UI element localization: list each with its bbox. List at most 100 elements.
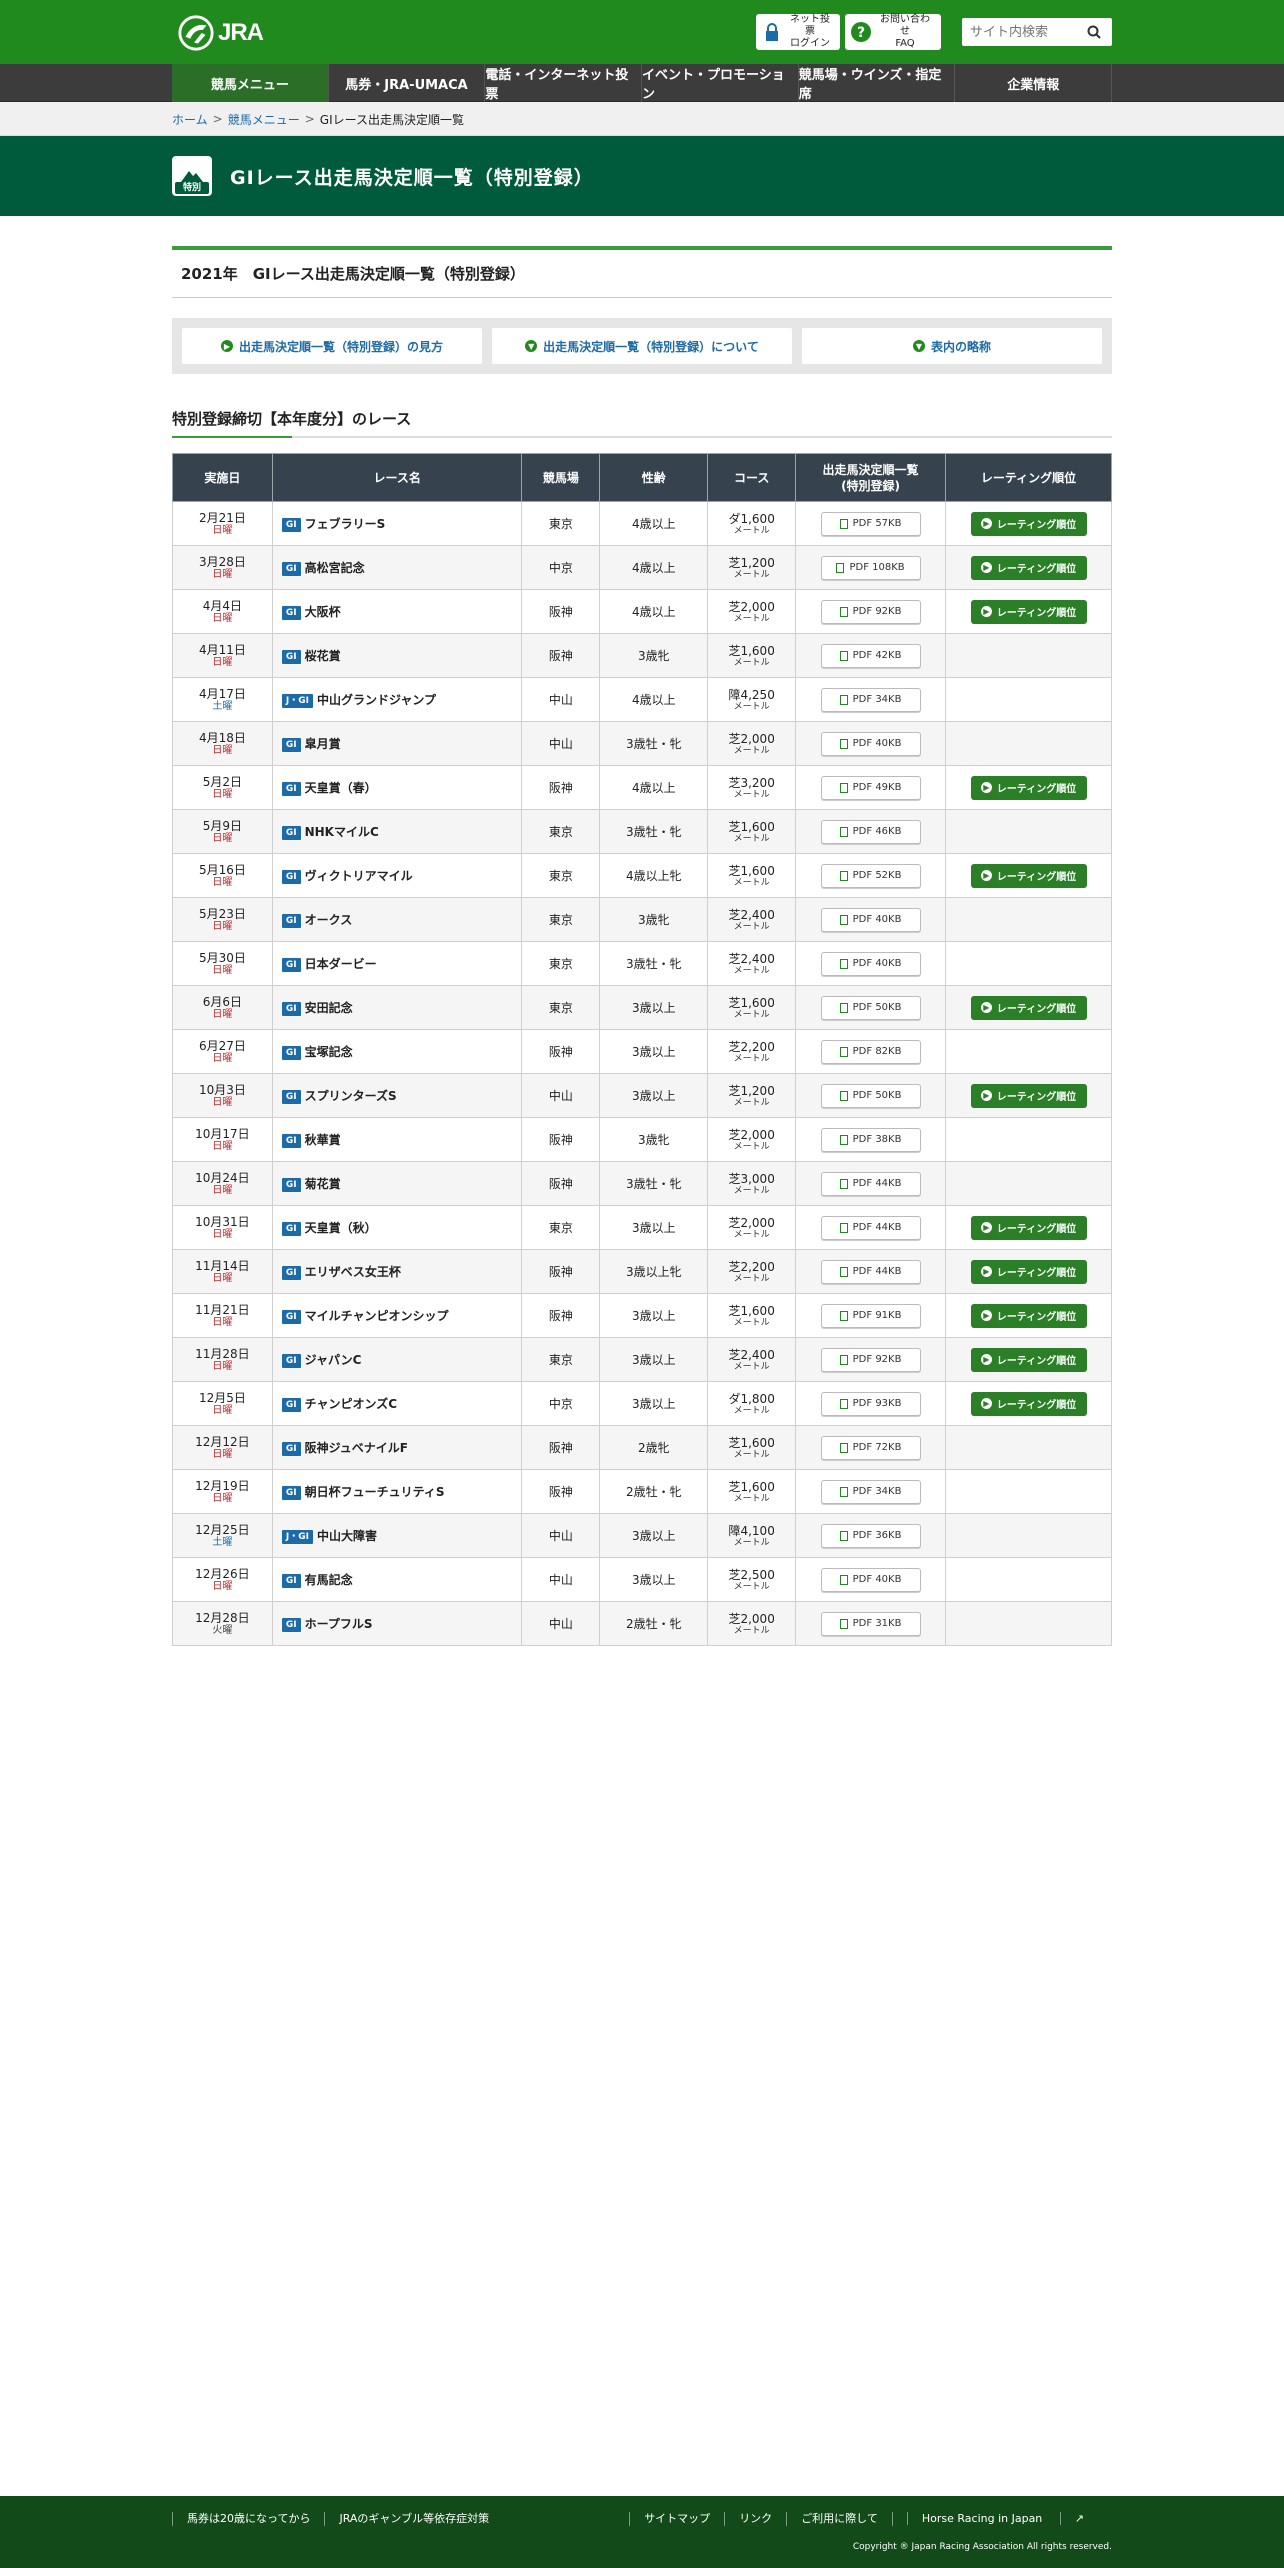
pdf-label: PDF 92KB: [852, 1354, 902, 1365]
rating-rank-button[interactable]: ▶ レーティング順位: [970, 995, 1087, 1020]
pdf-download-button[interactable]: PDF 91KB: [820, 1303, 921, 1328]
race-date: 5月2日: [202, 774, 243, 789]
race-name: 天皇賞（春）: [304, 781, 377, 795]
pdf-download-button[interactable]: PDF 50KB: [820, 995, 921, 1020]
cell-pdf: PDF 36KB: [795, 1513, 947, 1558]
rating-rank-button[interactable]: ▶ レーティング順位: [970, 1083, 1087, 1108]
footer-link-age[interactable]: 馬券は20歳になってから: [172, 2512, 324, 2526]
cell-course: 芝1,600 メートル: [707, 1293, 797, 1338]
grade-badge: J・GⅠ: [281, 1529, 313, 1544]
pdf-file-icon: [839, 518, 848, 529]
pdf-download-button[interactable]: PDF 93KB: [820, 1391, 921, 1416]
race-name: 日本ダービー: [304, 957, 377, 971]
footer-link-sitemap[interactable]: サイトマップ: [629, 2512, 724, 2526]
breadcrumb-menu[interactable]: 競馬メニュー: [228, 111, 300, 128]
pdf-download-button[interactable]: PDF 42KB: [820, 643, 921, 668]
pdf-download-button[interactable]: PDF 46KB: [820, 819, 921, 844]
cell-venue: 東京: [521, 1337, 601, 1382]
pdf-download-button[interactable]: PDF 34KB: [820, 687, 921, 712]
link-how-to-read[interactable]: ▶ 出走馬決定順一覧（特別登録）の見方: [182, 328, 482, 364]
chevron-circle-icon: ▶: [220, 340, 233, 352]
pdf-download-button[interactable]: PDF 40KB: [820, 951, 921, 976]
search-input[interactable]: [962, 19, 1080, 45]
faq-button[interactable]: ? お問い合わせ FAQ: [845, 14, 941, 50]
footer-link-links[interactable]: リンク: [724, 2512, 786, 2526]
rating-rank-button[interactable]: ▶ レーティング順位: [970, 863, 1087, 888]
pdf-file-icon: [839, 1046, 848, 1057]
rating-rank-button[interactable]: ▶ レーティング順位: [970, 1303, 1087, 1328]
cell-rating: [945, 1469, 1112, 1514]
pdf-download-button[interactable]: PDF 31KB: [820, 1611, 921, 1636]
rating-rank-button[interactable]: ▶ レーティング順位: [970, 511, 1087, 536]
footer-link-addiction[interactable]: JRAのギャンブル等依存症対策: [324, 2512, 503, 2526]
pdf-download-button[interactable]: PDF 49KB: [820, 775, 921, 800]
cell-age: 3歳牡・牝: [599, 809, 709, 854]
rating-rank-button[interactable]: ▶ レーティング順位: [970, 775, 1087, 800]
pdf-download-button[interactable]: PDF 44KB: [820, 1259, 921, 1284]
table-row: 4月11日 日曜 GⅠ 桜花賞 阪神 3歳牝 芝1,600 メートル PDF 42KB: [172, 633, 1112, 678]
pdf-download-button[interactable]: PDF 57KB: [820, 511, 921, 536]
pdf-download-button[interactable]: PDF 34KB: [820, 1479, 921, 1504]
cell-venue: 東京: [521, 809, 601, 854]
lock-icon: [766, 23, 778, 41]
link-abbreviations[interactable]: ▼ 表内の略称: [802, 328, 1102, 364]
jra-horse-icon: [178, 15, 214, 51]
footer-link-horse-racing-japan[interactable]: Horse Racing in Japan ↗: [891, 2512, 1112, 2526]
cell-venue: 阪神: [521, 1425, 601, 1470]
cell-race: GⅠ ホープフルS: [271, 1601, 523, 1646]
page-title-bar: 特別 GⅠレース出走馬決定順一覧（特別登録）: [0, 136, 1284, 216]
cell-date: 5月30日 日曜: [172, 941, 273, 986]
pdf-label: PDF 44KB: [852, 1222, 902, 1233]
race-weekday: 日曜: [212, 1184, 233, 1196]
course-distance: ダ1,800: [728, 1391, 775, 1406]
rating-rank-button[interactable]: ▶ レーティング順位: [970, 599, 1087, 624]
heading-accent-bar: [172, 436, 292, 438]
pdf-download-button[interactable]: PDF 72KB: [820, 1435, 921, 1460]
pdf-download-button[interactable]: PDF 92KB: [820, 599, 921, 624]
breadcrumb-home[interactable]: ホーム: [172, 111, 208, 128]
pdf-download-button[interactable]: PDF 40KB: [820, 731, 921, 756]
nav-company[interactable]: 企業情報: [954, 64, 1113, 102]
nav-event[interactable]: イベント・プロモーション: [641, 64, 798, 102]
external-link-icon: ↗: [1059, 2512, 1098, 2525]
course-unit: メートル: [733, 1097, 770, 1108]
cell-pdf: PDF 50KB: [795, 1073, 947, 1118]
cell-age: 2歳牝: [599, 1425, 709, 1470]
pdf-download-button[interactable]: PDF 44KB: [820, 1171, 921, 1196]
cell-age: 3歳以上: [599, 1073, 709, 1118]
jra-logo[interactable]: JRA: [177, 14, 264, 52]
rating-rank-button[interactable]: ▶ レーティング順位: [970, 1347, 1087, 1372]
link-about[interactable]: ▼ 出走馬決定順一覧（特別登録）について: [492, 328, 792, 364]
pdf-download-button[interactable]: PDF 108KB: [820, 555, 921, 580]
grade-badge: GⅠ: [281, 1177, 301, 1192]
pdf-download-button[interactable]: PDF 92KB: [820, 1347, 921, 1372]
rating-rank-button[interactable]: ▶ レーティング順位: [970, 1215, 1087, 1240]
login-line1: ネット投票: [790, 14, 830, 37]
search-icon[interactable]: [1080, 18, 1108, 46]
pdf-download-button[interactable]: PDF 44KB: [820, 1215, 921, 1240]
cell-date: 10月31日 日曜: [172, 1205, 273, 1250]
rating-rank-button[interactable]: ▶ レーティング順位: [970, 555, 1087, 580]
nav-venue[interactable]: 競馬場・ウインズ・指定席: [797, 64, 955, 102]
nav-keiba-menu[interactable]: 競馬メニュー: [172, 64, 328, 102]
pdf-download-button[interactable]: PDF 38KB: [820, 1127, 921, 1152]
nav-baken[interactable]: 馬券・JRA-UMACA: [327, 64, 485, 102]
rating-label: レーティング順位: [996, 564, 1077, 575]
pdf-label: PDF 46KB: [852, 826, 902, 837]
cell-race: GⅠ 日本ダービー: [271, 941, 523, 986]
rating-rank-button[interactable]: ▶ レーティング順位: [970, 1259, 1087, 1284]
pdf-download-button[interactable]: PDF 40KB: [820, 1567, 921, 1592]
net-vote-login-button[interactable]: ネット投票 ログイン: [756, 14, 840, 50]
pdf-file-icon: [839, 1222, 848, 1233]
cell-venue: 阪神: [521, 589, 601, 634]
pdf-download-button[interactable]: PDF 82KB: [820, 1039, 921, 1064]
race-name: 菊花賞: [304, 1177, 341, 1191]
pdf-download-button[interactable]: PDF 52KB: [820, 863, 921, 888]
cell-pdf: PDF 49KB: [795, 765, 947, 810]
nav-vote[interactable]: 電話・インターネット投票: [484, 64, 641, 102]
rating-rank-button[interactable]: ▶ レーティング順位: [970, 1391, 1087, 1416]
pdf-download-button[interactable]: PDF 36KB: [820, 1523, 921, 1548]
footer-link-terms[interactable]: ご利用に際して: [786, 2512, 892, 2526]
pdf-download-button[interactable]: PDF 40KB: [820, 907, 921, 932]
pdf-download-button[interactable]: PDF 50KB: [820, 1083, 921, 1108]
